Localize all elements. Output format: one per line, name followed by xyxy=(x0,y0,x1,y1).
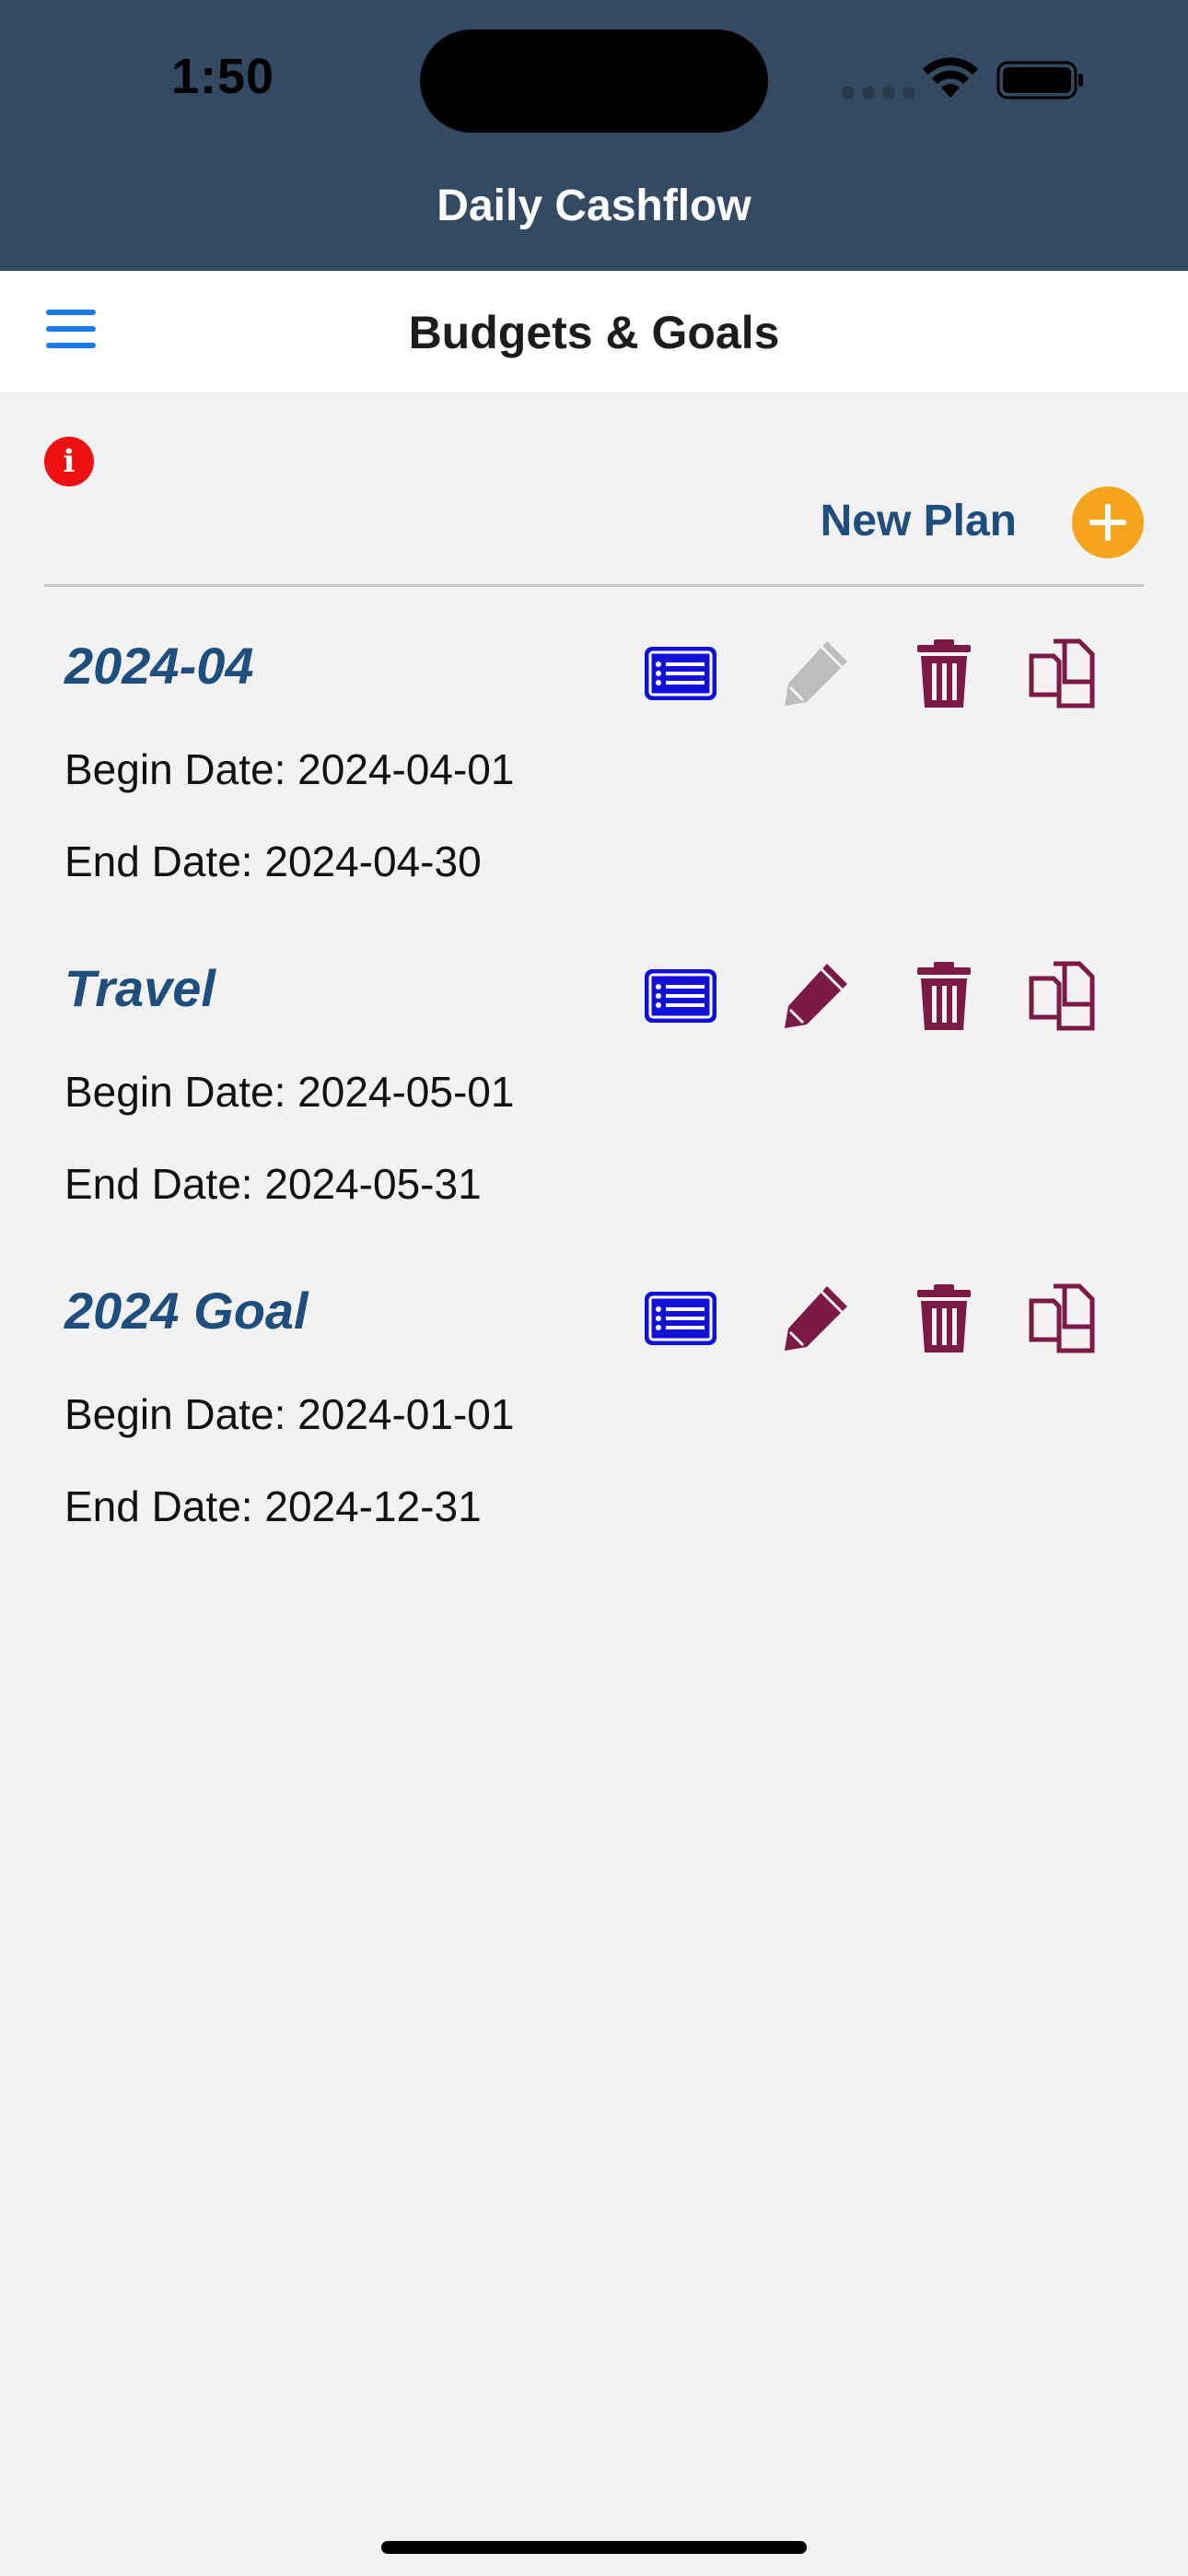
copy-icon[interactable] xyxy=(1026,636,1101,711)
battery-icon xyxy=(996,61,1083,100)
pencil-icon[interactable] xyxy=(777,1281,853,1356)
new-plan-label[interactable]: New Plan xyxy=(821,496,1017,546)
wifi-icon xyxy=(923,57,978,98)
trash-icon[interactable] xyxy=(906,636,982,711)
divider xyxy=(44,584,1144,587)
page-title: Budgets & Goals xyxy=(408,307,780,358)
plan-item: Travel Begin Date: 2024-05-01 End Date: … xyxy=(0,958,1188,1235)
dynamic-island xyxy=(420,29,768,133)
copy-icon[interactable] xyxy=(1026,1281,1101,1356)
trash-icon[interactable] xyxy=(906,958,982,1034)
plan-name: Travel xyxy=(64,959,215,1017)
home-indicator[interactable] xyxy=(381,2541,807,2554)
plus-circle-icon[interactable] xyxy=(1072,486,1144,558)
pencil-icon xyxy=(777,636,853,711)
begin-date: Begin Date: 2024-05-01 xyxy=(64,1068,515,1116)
end-date: End Date: 2024-04-30 xyxy=(64,837,482,885)
app-title: Daily Cashflow xyxy=(437,181,751,230)
pencil-icon[interactable] xyxy=(777,958,853,1034)
nav-bar: Budgets & Goals xyxy=(0,271,1188,392)
end-date: End Date: 2024-05-31 xyxy=(64,1160,482,1208)
plan-item: 2024 Goal Begin Date: 2024-01-01 End Dat… xyxy=(0,1281,1188,1557)
plan-item: 2024-04 Begin Date: 2024-04-01 End Date:… xyxy=(0,636,1188,912)
begin-date: Begin Date: 2024-04-01 xyxy=(64,745,515,793)
copy-icon[interactable] xyxy=(1026,958,1101,1034)
new-plan-row: New Plan xyxy=(0,486,1188,560)
list-icon[interactable] xyxy=(643,958,718,1034)
begin-date: Begin Date: 2024-01-01 xyxy=(64,1390,515,1438)
cellular-signal-icon xyxy=(842,87,915,100)
info-icon[interactable]: i xyxy=(44,437,94,486)
status-time: 1:50 xyxy=(171,49,275,104)
trash-icon[interactable] xyxy=(906,1281,982,1356)
app-header: 1:50 Daily Cashflow xyxy=(0,0,1188,271)
list-icon[interactable] xyxy=(643,1281,718,1356)
list-icon[interactable] xyxy=(643,636,718,711)
plan-name: 2024 Goal xyxy=(64,1282,309,1340)
end-date: End Date: 2024-12-31 xyxy=(64,1482,482,1530)
plan-name: 2024-04 xyxy=(64,637,254,695)
